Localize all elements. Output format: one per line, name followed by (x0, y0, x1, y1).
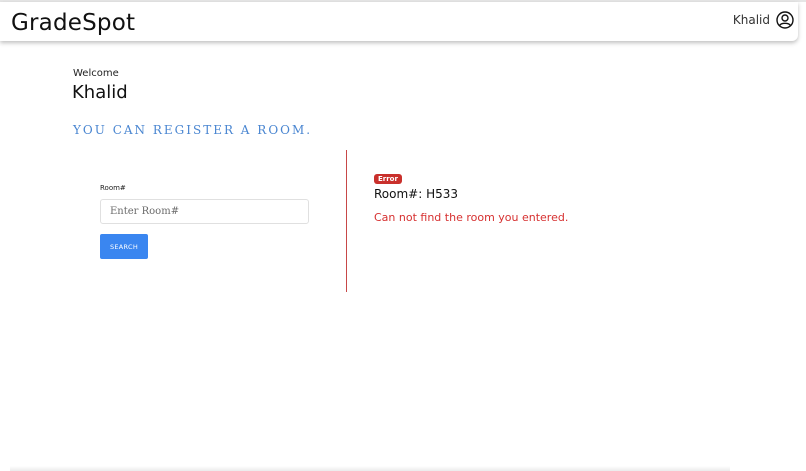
error-badge: Error (374, 174, 402, 184)
vertical-divider (346, 150, 347, 292)
search-button[interactable]: SEARCH (100, 234, 148, 259)
room-result: Room#: H533 (374, 187, 458, 201)
bottom-shadow (10, 466, 730, 471)
room-result-number: H533 (426, 187, 459, 201)
user-circle-icon[interactable] (776, 11, 794, 29)
room-field-label: Room# (100, 184, 126, 192)
user-greeting-name: Khalid (72, 82, 128, 103)
user-name[interactable]: Khalid (733, 13, 770, 27)
page: GradeSpot Khalid Welcome Khalid YOU CAN … (0, 0, 806, 471)
brand-logo[interactable]: GradeSpot (11, 10, 135, 36)
error-message: Can not find the room you entered. (374, 211, 569, 224)
welcome-label: Welcome (73, 68, 119, 79)
register-tagline: YOU CAN REGISTER A ROOM. (73, 123, 313, 137)
room-input[interactable] (100, 199, 309, 224)
room-result-label: Room#: (374, 187, 423, 201)
user-menu[interactable]: Khalid (733, 11, 794, 29)
navbar: GradeSpot Khalid (0, 2, 798, 41)
